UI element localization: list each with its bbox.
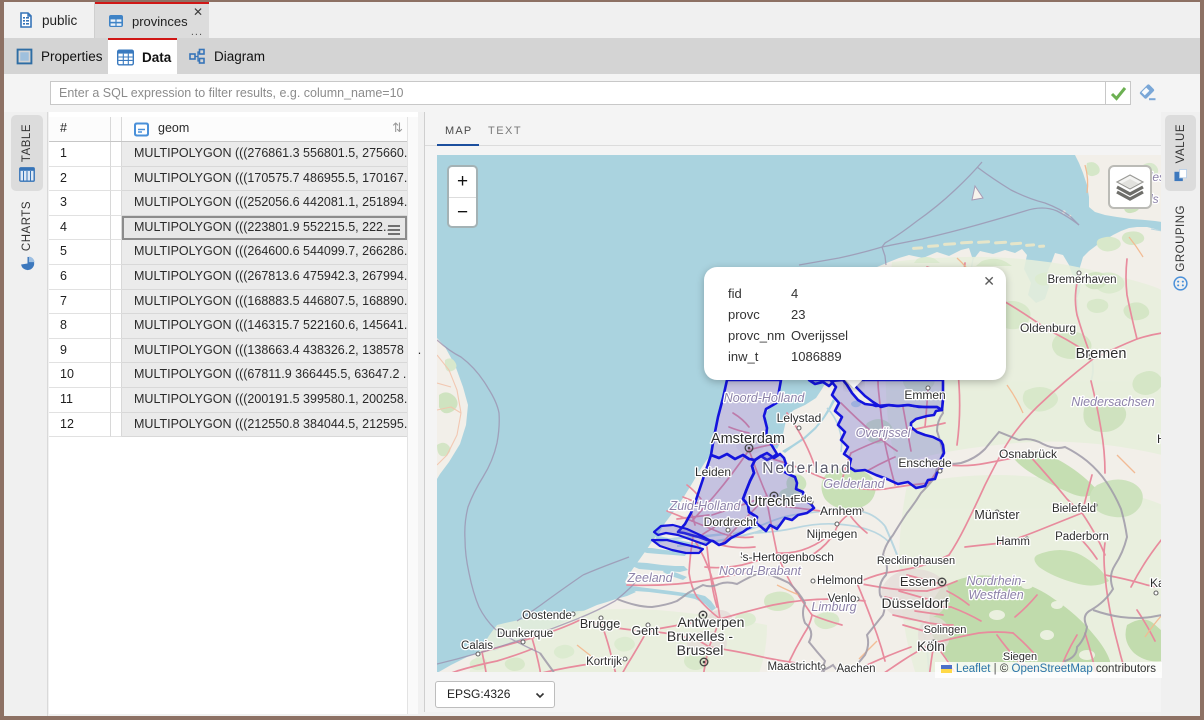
svg-text:Essen: Essen: [900, 574, 936, 589]
svg-text:Bremerhaven: Bremerhaven: [1047, 274, 1116, 286]
svg-text:Utrecht: Utrecht: [748, 494, 795, 510]
svg-text:Kortrijk: Kortrijk: [586, 656, 622, 668]
svg-text:Dordrecht: Dordrecht: [704, 515, 757, 529]
svg-text:Dunkerque: Dunkerque: [497, 628, 553, 640]
svg-text:Limburg: Limburg: [811, 600, 856, 614]
svg-text:Ede: Ede: [794, 493, 813, 505]
svg-text:Osnabrück: Osnabrück: [999, 447, 1058, 461]
svg-text:Noord-Holland: Noord-Holland: [724, 391, 806, 405]
svg-text:Brussel: Brussel: [677, 642, 724, 658]
svg-text:Helmond: Helmond: [817, 575, 863, 587]
svg-text:’s-Hertogenbosch: ’s-Hertogenbosch: [740, 550, 834, 564]
svg-text:Oldenburg: Oldenburg: [1020, 321, 1076, 335]
svg-text:Enschede: Enschede: [898, 456, 952, 470]
svg-text:Overijssel: Overijssel: [856, 426, 912, 440]
svg-text:Paderborn: Paderborn: [1055, 531, 1109, 543]
svg-text:Solingen: Solingen: [924, 624, 967, 636]
svg-text:Brugge: Brugge: [580, 617, 620, 631]
svg-text:Nederland: Nederland: [762, 460, 852, 477]
svg-text:Leiden: Leiden: [695, 465, 731, 479]
svg-text:Oostende: Oostende: [522, 610, 572, 622]
svg-text:Westfalen: Westfalen: [968, 588, 1023, 602]
svg-text:Köln: Köln: [917, 638, 945, 654]
svg-text:Gent: Gent: [631, 624, 659, 638]
svg-text:Niedersachsen: Niedersachsen: [1071, 395, 1154, 409]
svg-text:Arnhem: Arnhem: [820, 504, 862, 518]
svg-text:Nordrhein-: Nordrhein-: [966, 574, 1025, 588]
svg-text:Nijmegen: Nijmegen: [807, 527, 858, 541]
svg-text:Zuid-Holland: Zuid-Holland: [669, 499, 742, 513]
svg-text:Zeeland: Zeeland: [626, 571, 673, 585]
svg-text:Bremen: Bremen: [1076, 346, 1127, 362]
svg-text:Hamm: Hamm: [996, 536, 1030, 548]
svg-text:Noord-Brabant: Noord-Brabant: [719, 564, 802, 578]
svg-text:Recklinghausen: Recklinghausen: [877, 555, 955, 567]
svg-text:Bielefeld: Bielefeld: [1052, 503, 1096, 515]
svg-text:Lelystad: Lelystad: [777, 411, 822, 425]
svg-text:Calais: Calais: [461, 640, 493, 652]
svg-text:Gelderland: Gelderland: [823, 477, 885, 491]
svg-text:Münster: Münster: [974, 508, 1019, 522]
svg-text:Emmen: Emmen: [904, 388, 945, 402]
svg-text:Düsseldorf: Düsseldorf: [882, 595, 949, 611]
svg-text:Amsterdam: Amsterdam: [711, 431, 785, 447]
